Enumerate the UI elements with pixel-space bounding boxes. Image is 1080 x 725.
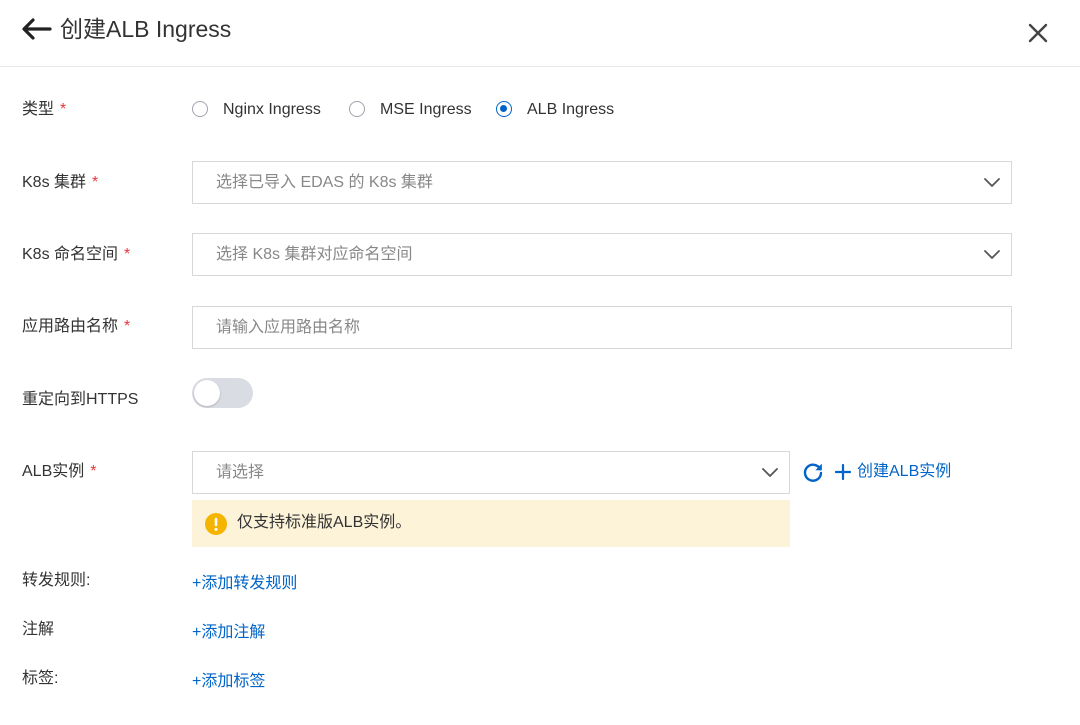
refresh-icon[interactable] bbox=[802, 461, 824, 483]
alb-warning-alert: 仅支持标准版ALB实例。 bbox=[192, 500, 790, 547]
namespace-select[interactable]: 选择 K8s 集群对应命名空间 bbox=[192, 233, 1012, 276]
radio-label: ALB Ingress bbox=[527, 101, 615, 118]
alb-instance-select[interactable]: 请选择 bbox=[192, 451, 790, 494]
cluster-label-text: K8s 集群 bbox=[22, 174, 87, 191]
create-alb-instance-label: 创建ALB实例 bbox=[857, 463, 952, 480]
required-mark: * bbox=[124, 246, 131, 263]
radio-circle[interactable] bbox=[496, 101, 512, 117]
cluster-label: K8s 集群 * bbox=[22, 172, 98, 194]
required-mark: * bbox=[90, 463, 97, 480]
https-redirect-toggle[interactable] bbox=[192, 378, 253, 408]
add-forward-rule-link[interactable]: +添加转发规则 bbox=[192, 573, 297, 595]
drawer-header: 创建ALB Ingress bbox=[0, 0, 1080, 67]
route-name-input[interactable] bbox=[193, 307, 1011, 348]
close-icon[interactable] bbox=[1026, 21, 1050, 45]
cluster-select[interactable]: 选择已导入 EDAS 的 K8s 集群 bbox=[192, 161, 1012, 204]
alb-instance-label-text: ALB实例 bbox=[22, 463, 85, 480]
required-mark: * bbox=[124, 318, 131, 335]
add-annotation-link[interactable]: +添加注解 bbox=[192, 622, 265, 644]
arrow-left-icon[interactable] bbox=[20, 16, 52, 42]
route-name-label: 应用路由名称 * bbox=[22, 316, 130, 338]
type-label-text: 类型 bbox=[22, 101, 55, 118]
chevron-down-icon[interactable] bbox=[983, 247, 1001, 263]
tags-label: 标签: bbox=[22, 670, 59, 687]
route-name-label-text: 应用路由名称 bbox=[22, 318, 119, 335]
type-label: 类型 * bbox=[22, 99, 66, 121]
radio-circle[interactable] bbox=[192, 101, 208, 117]
namespace-label-text: K8s 命名空间 bbox=[22, 246, 119, 263]
required-mark: * bbox=[60, 101, 67, 118]
cluster-select-placeholder: 选择已导入 EDAS 的 K8s 集群 bbox=[216, 174, 433, 191]
radio-circle[interactable] bbox=[349, 101, 365, 117]
namespace-label: K8s 命名空间 * bbox=[22, 244, 130, 266]
add-tag-link[interactable]: +添加标签 bbox=[192, 671, 265, 693]
alb-instance-select-placeholder: 请选择 bbox=[216, 464, 265, 481]
toggle-knob bbox=[194, 380, 220, 406]
namespace-select-placeholder: 选择 K8s 集群对应命名空间 bbox=[216, 246, 413, 263]
page-title: 创建ALB Ingress bbox=[60, 16, 232, 42]
radio-label: Nginx Ingress bbox=[223, 101, 321, 118]
radio-label: MSE Ingress bbox=[380, 101, 472, 118]
plus-icon bbox=[834, 463, 852, 481]
chevron-down-icon[interactable] bbox=[761, 465, 779, 481]
alert-text: 仅支持标准版ALB实例。 bbox=[237, 514, 412, 531]
https-redirect-label: 重定向到HTTPS bbox=[22, 391, 139, 408]
chevron-down-icon[interactable] bbox=[983, 175, 1001, 191]
alb-instance-label: ALB实例 * bbox=[22, 461, 96, 483]
forward-rules-label: 转发规则: bbox=[22, 572, 91, 589]
warning-icon bbox=[205, 513, 227, 535]
route-name-field bbox=[192, 306, 1012, 349]
required-mark: * bbox=[92, 174, 99, 191]
annotations-label: 注解 bbox=[22, 621, 55, 638]
